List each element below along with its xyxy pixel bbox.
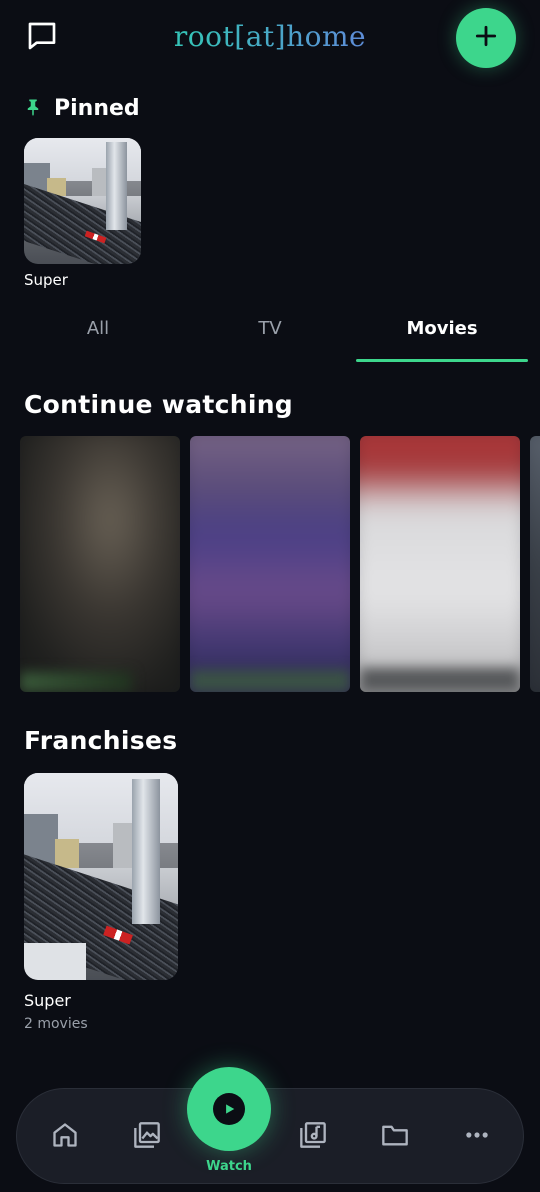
continue-watching-card[interactable] [360,436,520,692]
continue-watching-card[interactable] [530,436,540,692]
pinned-item-thumbnail[interactable] [24,138,141,264]
continue-watching-card[interactable] [20,436,180,692]
home-icon [51,1121,79,1153]
more-icon [463,1121,491,1153]
nav-files[interactable] [379,1121,411,1153]
folder-icon [381,1121,409,1153]
play-icon [213,1093,245,1125]
pin-icon [24,97,42,121]
bottom-nav: Watch [16,1067,524,1184]
pinned-title: Pinned [54,96,140,121]
nav-watch[interactable] [187,1067,271,1151]
photos-icon [133,1121,161,1153]
tab-all[interactable]: All [12,314,184,362]
nav-music[interactable] [297,1121,329,1153]
continue-watching-carousel[interactable] [20,436,540,692]
continue-watching-card[interactable] [190,436,350,692]
pinned-header: Pinned [24,96,140,121]
city-crowd-image [24,773,178,980]
franchise-count: 2 movies [24,1016,88,1032]
franchise-name[interactable]: Super [24,991,71,1010]
pinned-item-label[interactable]: Super [24,271,68,289]
franchise-card-thumbnail[interactable] [24,773,178,980]
city-crowd-image [24,138,141,264]
continue-watching-title: Continue watching [24,390,293,419]
nav-watch-label[interactable]: Watch [197,1159,261,1174]
franchises-title: Franchises [24,726,178,755]
media-tabs: All TV Movies [12,314,528,362]
nav-home[interactable] [49,1121,81,1153]
music-library-icon [299,1121,327,1153]
add-button[interactable] [456,8,516,68]
tab-movies[interactable]: Movies [356,314,528,362]
tab-tv[interactable]: TV [184,314,356,362]
nav-more[interactable] [461,1121,493,1153]
plus-icon [473,23,499,53]
nav-photos[interactable] [131,1121,163,1153]
